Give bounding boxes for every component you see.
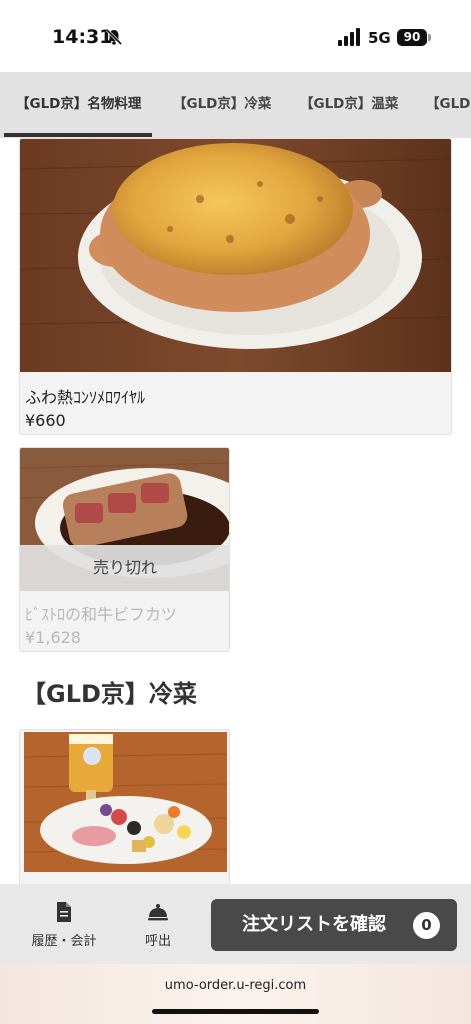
order-list-label: 注文リストを確認 xyxy=(242,914,386,935)
browser-url-bar[interactable]: umo-order.u-regi.com xyxy=(0,964,471,1024)
status-time: 14:31 xyxy=(52,26,113,48)
signal-icon xyxy=(338,28,360,46)
menu-item-card[interactable]: 売り切れ ﾋﾞｽﾄﾛの和牛ビフカツ ¥1,628 xyxy=(19,447,230,652)
sold-out-badge: 売り切れ xyxy=(20,545,229,591)
tab-next[interactable]: 【GLD京】 xyxy=(426,72,471,138)
menu-content[interactable]: ふわ熱ｺﾝｿﾒﾛﾜｲﾔﾙ ¥660 売り切れ ﾋﾞｽﾄﾛの和牛ビフカツ ¥1,6… xyxy=(0,138,471,884)
battery-icon: 90 xyxy=(397,29,427,46)
category-tab-bar[interactable]: 【GLD京】名物料理 【GLD京】冷菜 【GLD京】温菜 【GLD京】 xyxy=(0,72,471,138)
item-price: ¥660 xyxy=(25,411,66,430)
order-count-badge: 0 xyxy=(413,912,440,939)
tab-signature-dishes[interactable]: 【GLD京】名物料理 xyxy=(16,72,141,138)
history-checkout-label: 履歴・会計 xyxy=(31,934,97,949)
item-name: ふわ熱ｺﾝｿﾒﾛﾜｲﾔﾙ xyxy=(25,388,146,407)
view-order-list-button[interactable]: 注文リストを確認 0 xyxy=(211,899,457,951)
battery-tip xyxy=(428,34,431,41)
section-title: 【GLD京】冷菜 xyxy=(22,680,197,708)
history-checkout-button[interactable]: 履歴・会計 xyxy=(26,884,102,964)
bell-muted-icon xyxy=(105,28,123,46)
item-price: ¥1,628 xyxy=(25,628,81,647)
call-staff-button[interactable]: 呼出 xyxy=(130,884,186,964)
document-icon xyxy=(57,902,71,922)
url-text[interactable]: umo-order.u-regi.com xyxy=(0,978,471,993)
food-photo xyxy=(24,732,227,872)
call-staff-label: 呼出 xyxy=(144,934,171,949)
menu-item-card[interactable] xyxy=(19,729,230,884)
network-type: 5G xyxy=(368,29,391,47)
active-tab-indicator xyxy=(4,133,152,137)
tab-hot-dishes[interactable]: 【GLD京】温菜 xyxy=(300,72,398,138)
menu-item-card[interactable]: ふわ熱ｺﾝｿﾒﾛﾜｲﾔﾙ ¥660 xyxy=(19,138,452,435)
bottom-action-bar: 履歴・会計 呼出 注文リストを確認 0 xyxy=(0,884,471,964)
food-photo xyxy=(20,139,451,372)
home-indicator[interactable] xyxy=(152,1009,319,1014)
item-name: ﾋﾞｽﾄﾛの和牛ビフカツ xyxy=(25,605,178,624)
bell-icon xyxy=(148,904,168,921)
tab-cold-dishes[interactable]: 【GLD京】冷菜 xyxy=(173,72,271,138)
status-bar: 14:31 5G 90 xyxy=(0,0,471,72)
